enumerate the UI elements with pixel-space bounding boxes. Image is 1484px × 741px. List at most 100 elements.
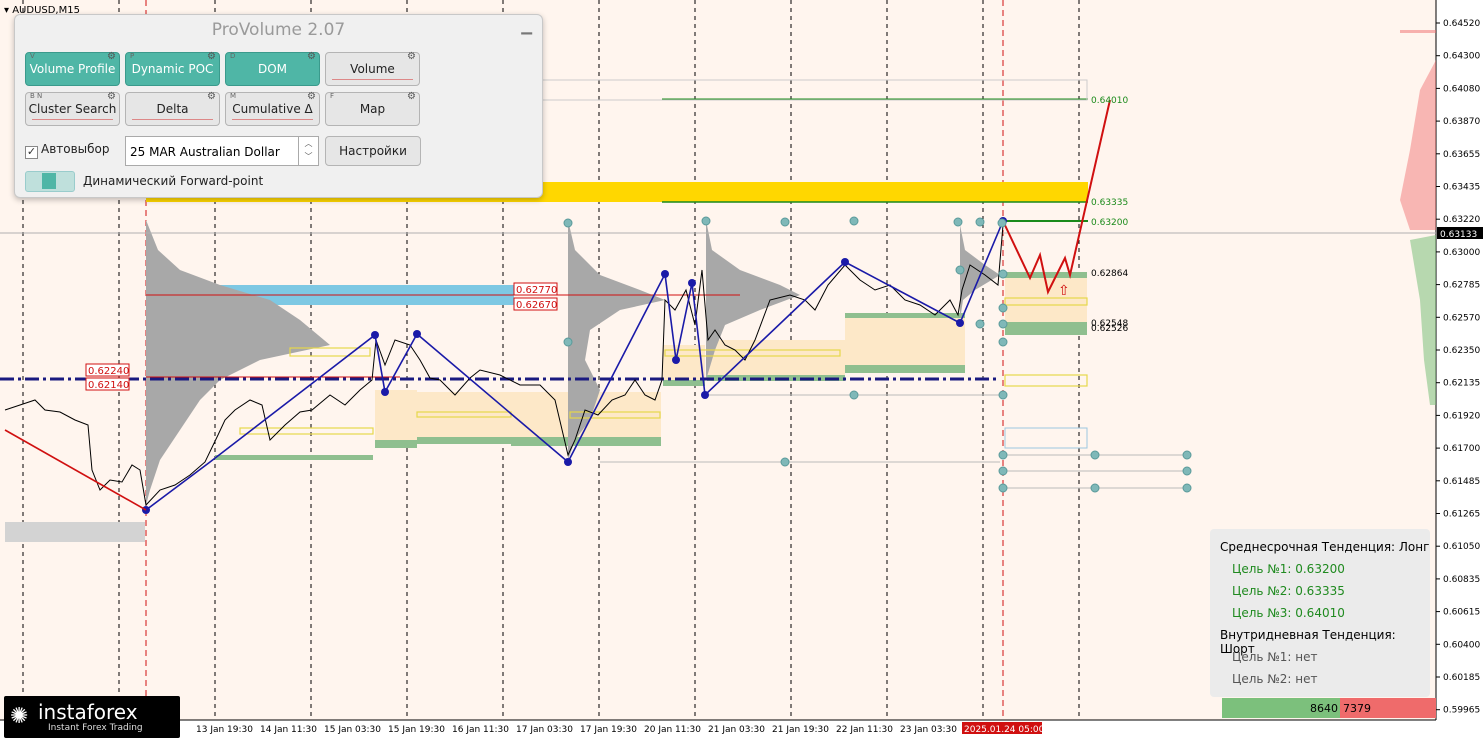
button-label: DOM xyxy=(257,62,288,76)
price-tick-label: 0.62135 xyxy=(1443,379,1480,389)
price-tick-label: 0.60615 xyxy=(1443,608,1480,618)
price-tick-label: 0.61485 xyxy=(1443,477,1480,487)
time-tick-label: 16 Jan 11:30 xyxy=(452,725,509,735)
price-tick-label: 0.64080 xyxy=(1443,84,1480,94)
map-button[interactable]: F ⚙ Map xyxy=(325,91,420,126)
svg-text:⇧: ⇧ xyxy=(1058,283,1070,299)
indicator-marks xyxy=(232,119,313,122)
price-tick-label: 0.59965 xyxy=(1443,706,1480,716)
gear-icon[interactable]: ⚙ xyxy=(207,51,216,62)
button-label: Map xyxy=(359,102,386,116)
autoselect-checkbox[interactable]: ✓ Автовыбор xyxy=(25,142,110,159)
price-tick-label: 0.61700 xyxy=(1443,444,1480,454)
time-tick-label: 13 Jan 19:30 xyxy=(196,725,253,735)
label-62240: 0.62240 xyxy=(88,366,129,377)
hotkey-label: P xyxy=(130,52,135,60)
gear-icon[interactable]: ⚙ xyxy=(107,91,116,102)
time-tick-label: 17 Jan 19:30 xyxy=(580,725,637,735)
time-tick-label: 15 Jan 03:30 xyxy=(324,725,381,735)
price-tick-label: 0.62785 xyxy=(1443,281,1480,291)
price-tick-label: 0.60400 xyxy=(1443,640,1480,650)
time-tick-label: 14 Jan 11:30 xyxy=(260,725,317,735)
indicator-marks xyxy=(332,79,413,82)
gear-icon[interactable]: ⚙ xyxy=(307,51,316,62)
price-tick-label: 0.64300 xyxy=(1443,52,1480,62)
time-tick-label: 22 Jan 11:30 xyxy=(836,725,893,735)
gear-icon[interactable]: ⚙ xyxy=(107,51,116,62)
time-tick-label: 20 Jan 11:30 xyxy=(644,725,701,735)
spinner-arrows-icon[interactable]: ︿ ﹀ xyxy=(298,137,318,165)
button-label: Cumulative Δ xyxy=(232,102,313,116)
mid-trend-text: Среднесрочная Тенденция: Лонг xyxy=(1220,540,1430,554)
label-62770: 0.62770 xyxy=(516,285,557,296)
hotkey-label: D xyxy=(230,52,236,60)
button-label: Volume xyxy=(350,62,395,76)
price-tick-label: 0.63220 xyxy=(1443,215,1480,225)
price-tick-label: 0.60185 xyxy=(1443,673,1480,683)
target-2-text: Цель №2: 0.63335 xyxy=(1232,584,1345,598)
forward-point-toggle[interactable] xyxy=(25,171,75,192)
level-62526: 0.62526 xyxy=(1091,324,1128,334)
price-tick-label: 0.61050 xyxy=(1443,542,1480,552)
gear-icon[interactable]: ⚙ xyxy=(407,51,416,62)
indicator-marks xyxy=(132,119,213,122)
buy-volume-value: 8640 xyxy=(1310,702,1338,715)
cluster-search-button[interactable]: B N ⚙ Cluster Search xyxy=(25,91,120,126)
grey-zone xyxy=(5,522,145,542)
button-label: Настройки xyxy=(339,144,407,158)
time-tick-label: 21 Jan 03:30 xyxy=(708,725,765,735)
time-tick-label: 15 Jan 19:30 xyxy=(388,725,445,735)
logo-tagline: Instant Forex Trading xyxy=(48,723,143,733)
sell-volume-value: 7379 xyxy=(1343,702,1371,715)
trend-info-box: Среднесрочная Тенденция: Лонг Цель №1: 0… xyxy=(1210,529,1430,697)
checkmark-icon[interactable]: ✓ xyxy=(25,146,38,159)
settings-button[interactable]: Настройки xyxy=(325,136,421,166)
button-label: Delta xyxy=(156,102,189,116)
price-tick-label: 0.60835 xyxy=(1443,575,1480,585)
label-62140: 0.62140 xyxy=(88,380,129,391)
button-label: Cluster Search xyxy=(28,102,117,116)
instrument-select[interactable]: 25 MAR Australian Dollar ︿ ﹀ xyxy=(125,136,319,166)
level-64010: 0.64010 xyxy=(1091,96,1128,106)
hotkey-label: V xyxy=(30,52,35,60)
gear-icon[interactable]: ⚙ xyxy=(307,91,316,102)
price-tick-label: 0.64520 xyxy=(1443,19,1480,29)
label-62670: 0.62670 xyxy=(516,300,557,311)
level-63335: 0.63335 xyxy=(1091,198,1128,208)
provolume-panel[interactable]: ProVolume 2.07 ▁ V ⚙ Volume Profile P ⚙ … xyxy=(14,14,543,198)
volume-balance-bar: 8640 7379 xyxy=(1222,698,1436,718)
cumulative-delta-button[interactable]: M ⚙ Cumulative Δ xyxy=(225,91,320,126)
intraday-target-2-text: Цель №2: нет xyxy=(1232,672,1318,686)
volume-button[interactable]: ⚙ Volume xyxy=(325,51,420,86)
forward-point-label: Динамический Forward-point xyxy=(83,174,264,188)
price-tick-label: 0.63870 xyxy=(1443,117,1480,127)
price-tick-label: 0.63655 xyxy=(1443,150,1480,160)
delta-button[interactable]: ⚙ Delta xyxy=(125,91,220,126)
hotkey-label: M xyxy=(230,92,237,100)
panel-title: ProVolume 2.07 xyxy=(211,20,346,40)
logo-icon: ✺ xyxy=(10,704,29,729)
dynamic-poc-button[interactable]: P ⚙ Dynamic POC xyxy=(125,51,220,86)
toggle-knob[interactable] xyxy=(42,173,56,189)
time-tick-label: 23 Jan 03:30 xyxy=(900,725,957,735)
gear-icon[interactable]: ⚙ xyxy=(407,91,416,102)
gear-icon[interactable]: ⚙ xyxy=(207,91,216,102)
price-tick-label: 0.62570 xyxy=(1443,313,1480,323)
instrument-value: 25 MAR Australian Dollar xyxy=(130,145,280,159)
price-tick-label: 0.61265 xyxy=(1443,510,1480,520)
button-label: Volume Profile xyxy=(29,62,116,76)
price-tick-label: 0.62350 xyxy=(1443,346,1480,356)
indicator-marks xyxy=(32,119,113,122)
dom-button[interactable]: D ⚙ DOM xyxy=(225,51,320,86)
price-tick-label: 0.61920 xyxy=(1443,411,1480,421)
volume-profile-button[interactable]: V ⚙ Volume Profile xyxy=(25,51,120,86)
level-63200: 0.63200 xyxy=(1091,218,1128,228)
time-tick-label: 21 Jan 19:30 xyxy=(772,725,829,735)
target-1-text: Цель №1: 0.63200 xyxy=(1232,562,1345,576)
price-tick-label: 0.63000 xyxy=(1443,248,1480,258)
price-axis xyxy=(1436,0,1484,741)
minimize-icon[interactable]: ▁ xyxy=(521,19,532,35)
intraday-target-1-text: Цель №1: нет xyxy=(1232,650,1318,664)
instaforex-logo: ✺ instaforex Instant Forex Trading xyxy=(4,696,180,738)
hotkey-label: B N xyxy=(30,92,43,100)
